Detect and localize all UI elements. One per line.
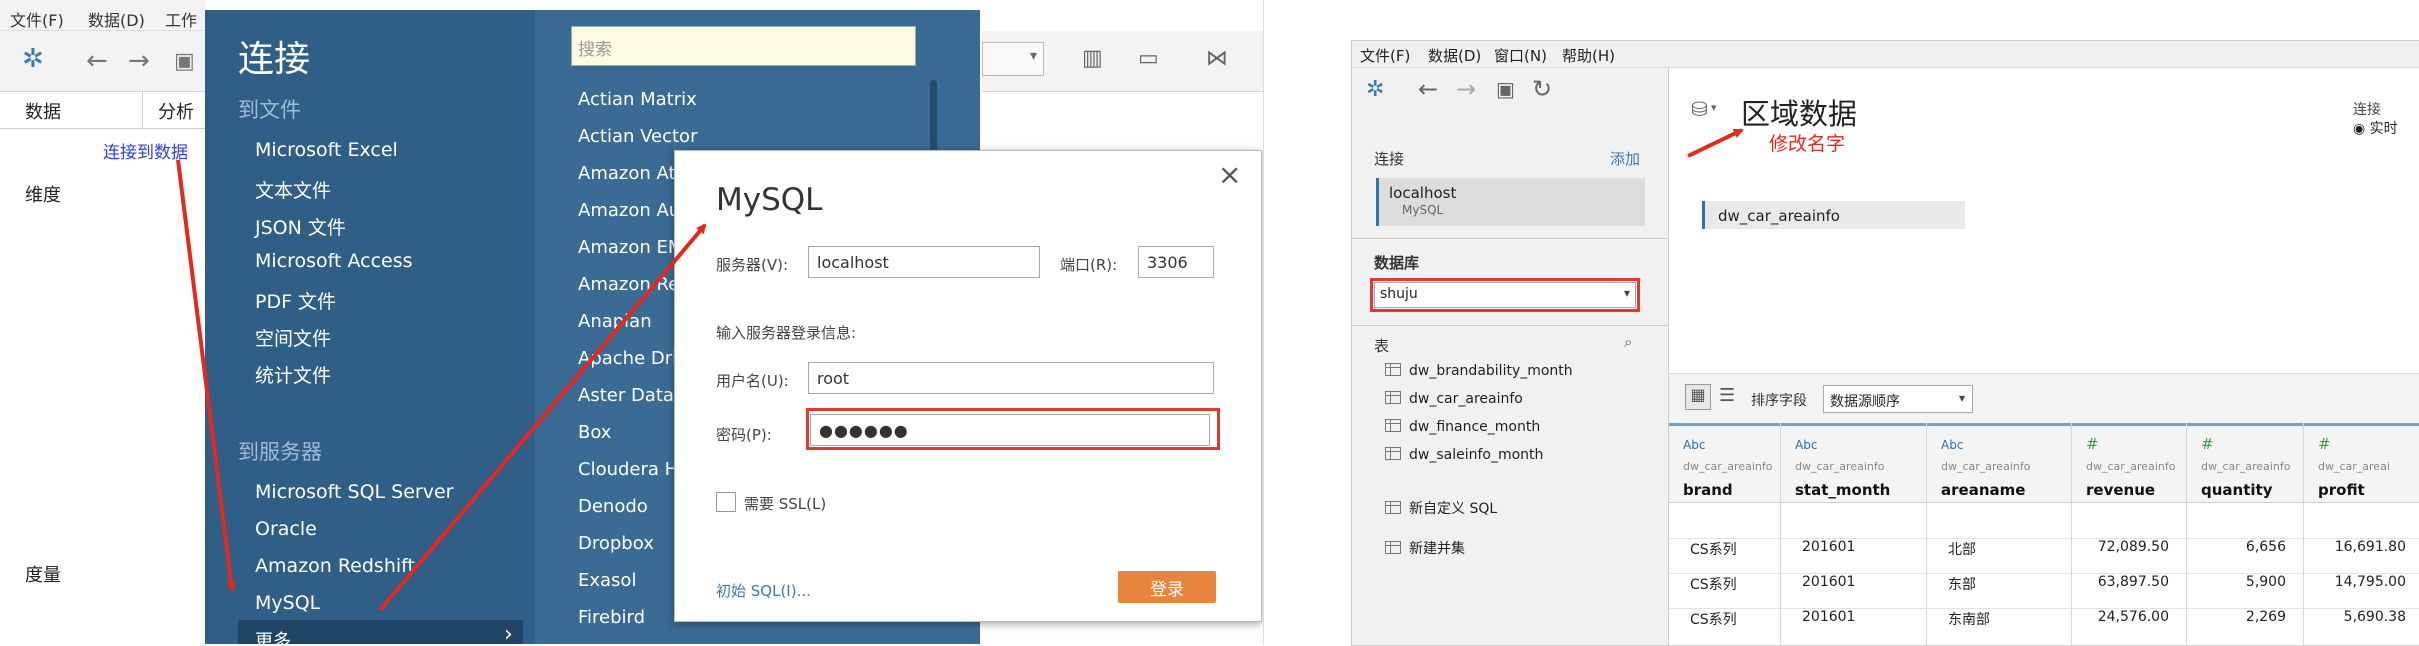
annotation-arrows — [176, 128, 1744, 612]
arrow-to-title — [1687, 128, 1744, 158]
arrow-to-dialog — [378, 223, 707, 612]
arrow-to-mysql — [176, 159, 236, 592]
